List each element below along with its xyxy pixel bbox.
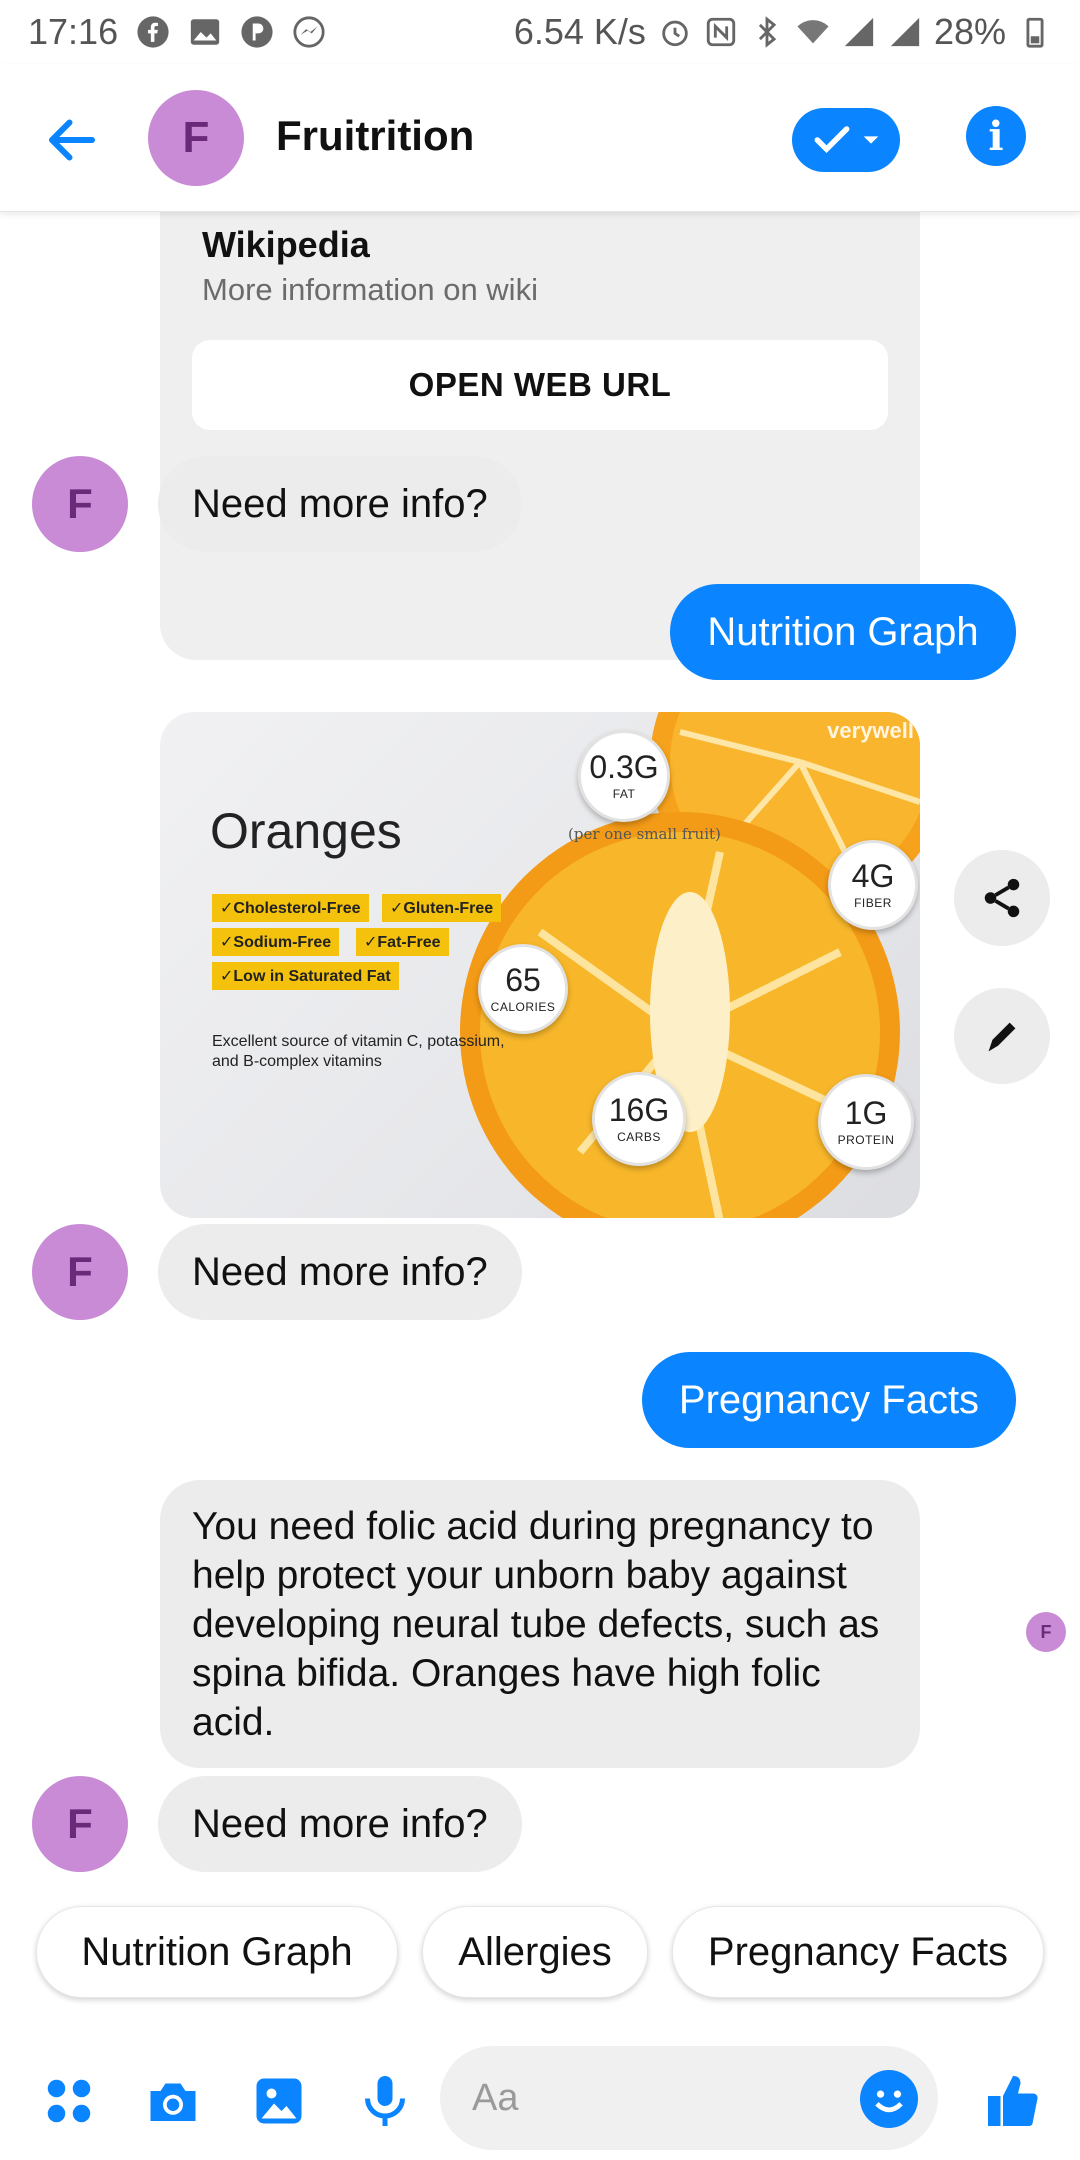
nfc-icon [704,15,738,49]
p-icon [240,15,274,49]
bot-avatar[interactable]: F [32,1776,128,1872]
messenger-icon [292,15,326,49]
bot-avatar[interactable]: F [32,1224,128,1320]
open-web-url-button[interactable]: OPEN WEB URL [192,340,888,430]
info-button[interactable]: i [966,106,1026,166]
facebook-icon [136,15,170,49]
emoji-button[interactable] [860,2070,918,2128]
camera-button[interactable] [138,2066,208,2136]
arrow-left-icon [49,119,95,161]
outgoing-message: Pregnancy Facts [642,1352,1016,1448]
protein-label: PROTEIN [837,1133,895,1147]
caret-down-icon [863,136,879,144]
card-subtitle: More information on wiki [202,272,538,307]
pencil-icon [988,1022,1016,1052]
quick-reply-pregnancy-facts[interactable]: Pregnancy Facts [672,1906,1044,1998]
contact-name[interactable]: Fruitrition [276,112,474,160]
thumbs-up-icon [988,2076,1038,2126]
watermark: verywell [827,718,914,743]
read-receipt-avatar: F [1026,1612,1066,1652]
fiber-badge: 4G FIBER [828,840,918,930]
serving-size: (per one small fruit) [568,825,721,843]
gallery-icon [188,15,222,49]
incoming-message: Need more info? [158,1224,522,1320]
smiley-icon [875,2090,903,2113]
share-button[interactable] [954,850,1050,946]
quick-reply-nutrition-graph[interactable]: Nutrition Graph [36,1906,398,1998]
incoming-message: Need more info? [158,456,522,552]
grid-dots-icon [47,2079,91,2123]
card-title: Wikipedia [202,224,370,265]
edit-button[interactable] [954,988,1050,1084]
tag-cholesterol-free: ✓Cholesterol-Free [212,894,369,922]
infographic-title: Oranges [210,803,402,859]
carbs-value: 16G [608,1092,670,1128]
status-toggle-button[interactable] [792,108,900,172]
status-time: 17:16 [28,11,119,52]
conversation-header: F Fruitrition i [0,64,1080,212]
incoming-message-long: You need folic acid during pregnancy to … [160,1480,920,1768]
incoming-message: Need more info? [158,1776,522,1872]
voice-button[interactable] [350,2066,420,2136]
protein-value: 1G [844,1095,888,1131]
checkmark-icon [814,126,850,154]
tag-fat-free: ✓Fat-Free [356,928,449,956]
protein-badge: 1G PROTEIN [818,1074,914,1170]
nutrition-infographic-image[interactable]: verywell Oranges (per one small fruit) ✓… [160,712,920,1218]
info-icon: i [988,112,1004,160]
calories-value: 65 [505,962,541,998]
gallery-button[interactable] [244,2066,314,2136]
calories-label: CALORIES [490,1000,556,1014]
battery-percent: 28% [933,11,1006,52]
tag-low-saturated-fat: ✓Low in Saturated Fat [212,962,399,990]
message-composer: Aa [0,2040,1080,2160]
tag-gluten-free: ✓Gluten-Free [382,894,502,922]
outgoing-message: Nutrition Graph [670,584,1016,680]
battery-icon [1018,15,1052,49]
image-icon [256,2078,302,2124]
bluetooth-icon [750,15,784,49]
signal-icon [842,15,876,49]
alarm-icon [658,15,692,49]
back-button[interactable] [40,108,104,172]
quick-reply-allergies[interactable]: Allergies [422,1906,648,1998]
like-button[interactable] [978,2066,1048,2136]
microphone-icon [365,2076,405,2126]
fat-label: FAT [612,787,636,801]
carbs-label: CARBS [617,1130,661,1144]
share-icon [984,878,1020,918]
contact-avatar[interactable]: F [148,90,244,186]
camera-icon [150,2083,196,2121]
fiber-label: FIBER [854,896,892,910]
carbs-badge: 16G CARBS [592,1072,686,1166]
tag-sodium-free: ✓Sodium-Free [212,928,340,956]
more-options-button[interactable] [34,2066,104,2136]
message-list[interactable]: Wikipedia More information on wiki OPEN … [0,212,1080,1892]
fiber-value: 4G [851,858,895,894]
status-bar: 17:16 6.54 K/s 28% [0,0,1080,64]
fat-badge: 0.3G FAT [578,730,670,822]
calories-badge: 65 CALORIES [478,944,568,1034]
bot-avatar[interactable]: F [32,456,128,552]
infographic-description: Excellent source of vitamin C, potassium… [212,1033,505,1070]
wifi-icon [796,15,830,49]
network-speed: 6.54 K/s [513,11,646,52]
signal-roaming-icon [888,15,922,49]
fat-value: 0.3G [589,749,659,785]
